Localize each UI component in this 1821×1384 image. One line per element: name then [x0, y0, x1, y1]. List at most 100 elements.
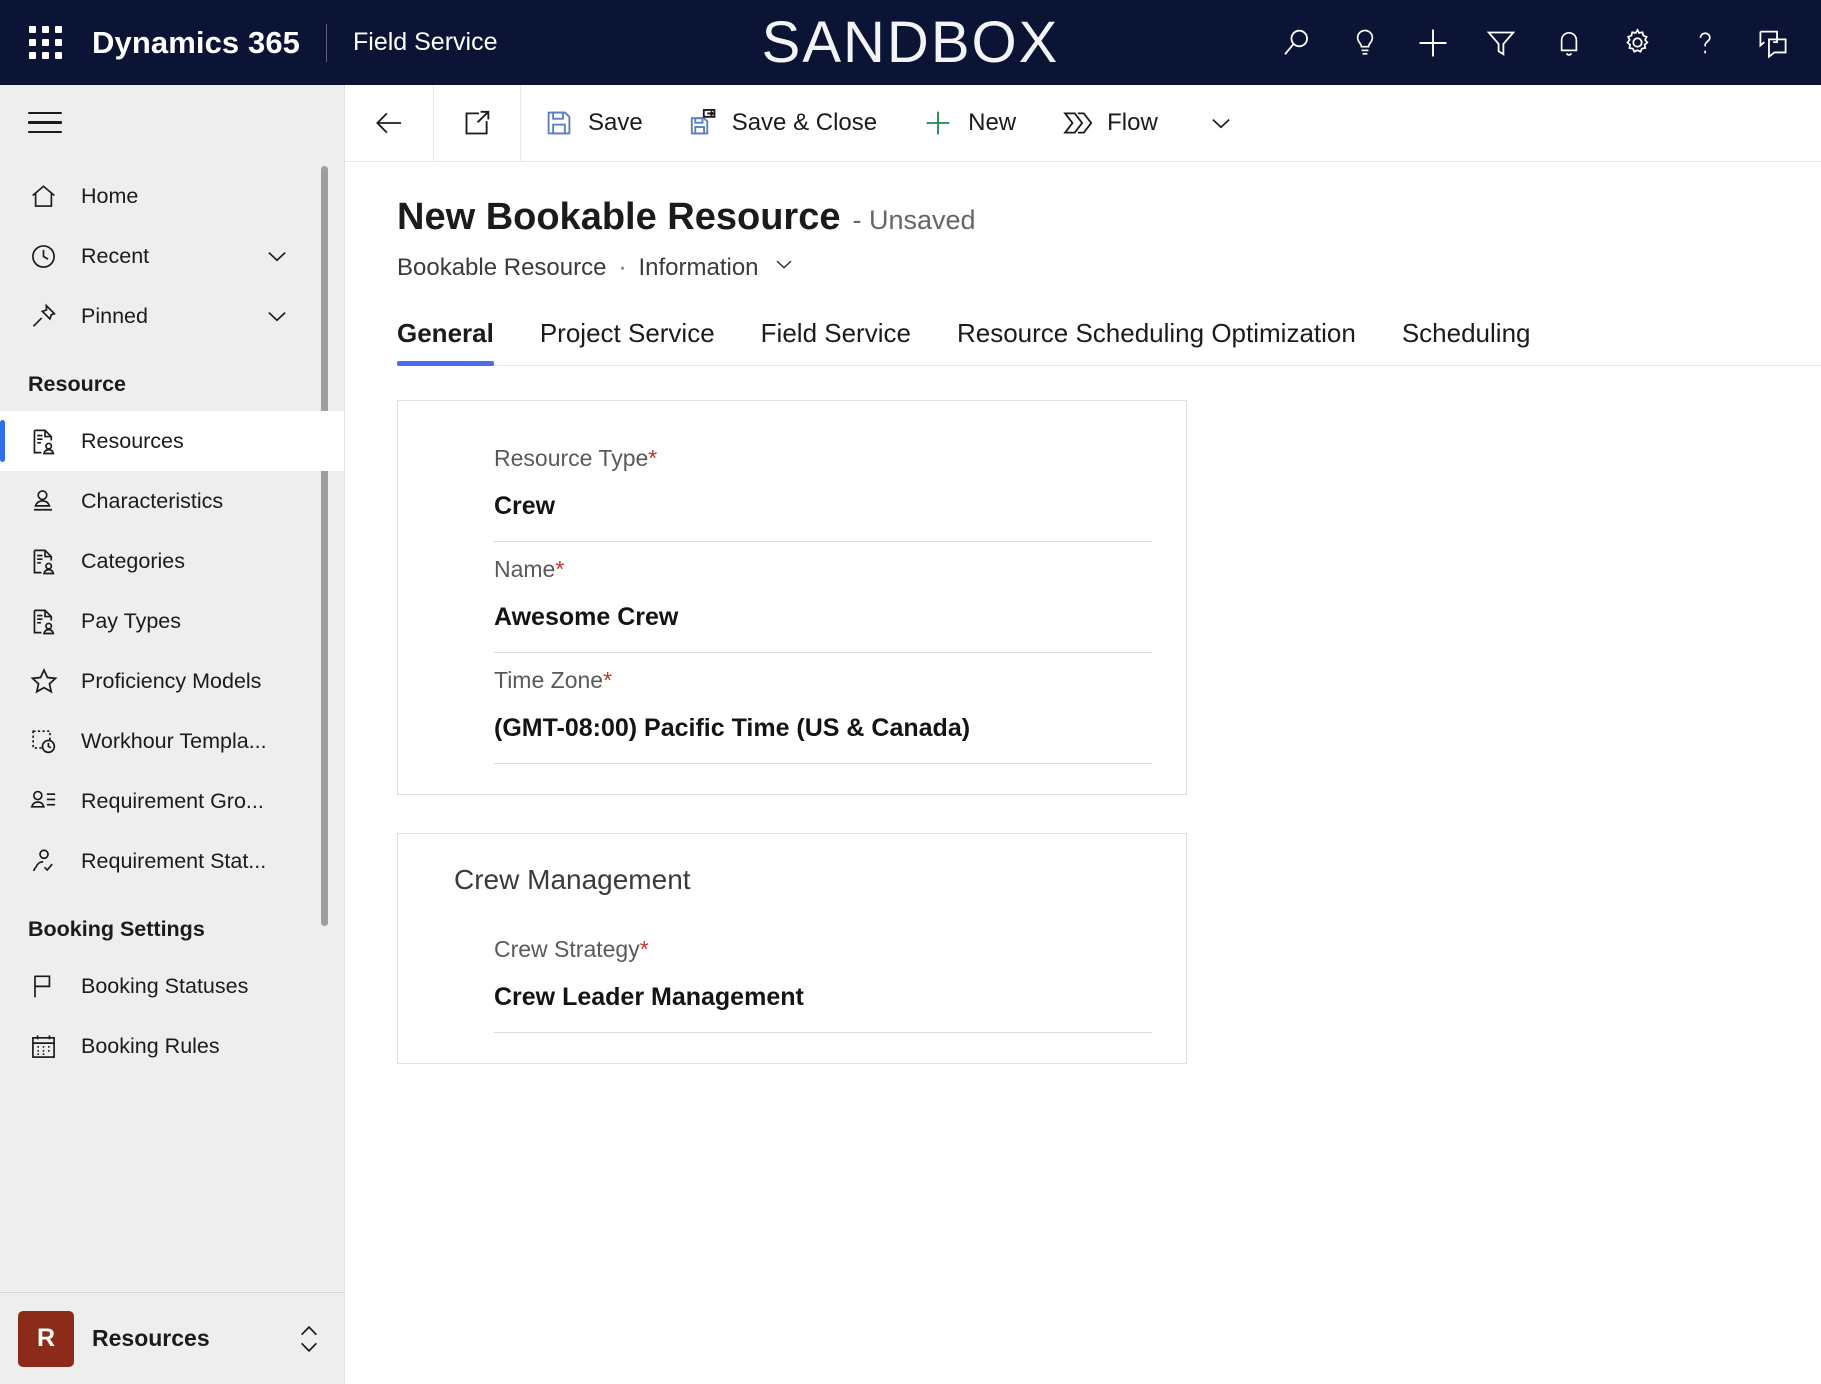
field-label-text: Crew Strategy [494, 936, 640, 962]
sidebar-item-pay-types[interactable]: Pay Types [0, 591, 344, 651]
tab-scheduling[interactable]: Scheduling [1379, 318, 1554, 365]
gear-icon[interactable] [1603, 0, 1671, 85]
sidebar-item-label: Pinned [81, 303, 148, 328]
feedback-icon[interactable] [1739, 0, 1807, 85]
flow-chevron-down-icon[interactable] [1180, 85, 1262, 162]
dynamics-365-window: Dynamics 365 Field Service SANDBOX Home … [0, 0, 1821, 1384]
crew-strategy-input[interactable]: Crew Leader Management [494, 963, 1152, 1033]
sidebar-item-label: Booking Statuses [81, 973, 249, 998]
entity-name: Bookable Resource [397, 253, 607, 281]
sidebar-group-booking-settings: Booking Settings [28, 917, 205, 941]
save-and-close-label: Save & Close [731, 109, 878, 136]
flow-label: Flow [1107, 109, 1158, 136]
form-selector[interactable]: Information [638, 251, 796, 284]
sitemap-sidebar: Home Recent Pinned Resource Resources Ch… [0, 85, 345, 1384]
command-bar: Save Save & Close New Flow [345, 84, 1821, 162]
clock-icon [28, 241, 66, 272]
tab-resource-scheduling-optimization[interactable]: Resource Scheduling Optimization [934, 318, 1379, 365]
dotted-clock-icon [28, 726, 66, 757]
form-section-general: Resource Type* Crew Name* Awesome Crew T… [397, 400, 1187, 795]
form-name: Information [638, 253, 759, 281]
sidebar-item-resources[interactable]: Resources [0, 411, 344, 471]
sidebar-item-label: Workhour Templa... [81, 728, 267, 753]
open-in-new-window-button[interactable] [434, 85, 520, 162]
required-indicator: * [639, 936, 649, 962]
hamburger-menu-icon[interactable] [0, 85, 344, 160]
save-and-close-button[interactable]: Save & Close [665, 85, 899, 162]
sidebar-item-label: Pay Types [81, 608, 181, 633]
form-tab-list: General Project Service Field Service Re… [397, 318, 1821, 366]
pin-icon [28, 301, 66, 332]
sidebar-item-booking-rules[interactable]: Booking Rules [0, 1016, 344, 1076]
name-input[interactable]: Awesome Crew [494, 583, 1152, 653]
brand-divider [326, 23, 327, 62]
bell-icon[interactable] [1535, 0, 1603, 85]
area-badge: R [18, 1310, 74, 1367]
star-icon [28, 665, 66, 697]
unsaved-status: - Unsaved [852, 205, 976, 235]
sidebar-item-requirement-status[interactable]: Requirement Stat... [0, 831, 344, 891]
sidebar-item-characteristics[interactable]: Characteristics [0, 471, 344, 531]
sidebar-item-label: Proficiency Models [81, 668, 262, 693]
document-person-icon [28, 546, 66, 577]
required-indicator: * [648, 445, 658, 471]
app-launcher-waffle-icon[interactable] [22, 20, 68, 66]
sidebar-item-label: Requirement Stat... [81, 848, 267, 873]
sidebar-item-home[interactable]: Home [0, 166, 344, 226]
lightbulb-icon[interactable] [1331, 0, 1399, 85]
top-navigation-bar: Dynamics 365 Field Service SANDBOX [0, 0, 1821, 85]
tab-project-service[interactable]: Project Service [517, 318, 738, 365]
save-button[interactable]: Save [521, 85, 665, 162]
field-crew-strategy: Crew Strategy* Crew Leader Management [432, 922, 1152, 1033]
sidebar-group-resource: Resource [28, 372, 126, 396]
field-label-text: Time Zone [494, 667, 604, 693]
person-list-icon [28, 786, 66, 817]
search-icon[interactable] [1263, 0, 1331, 85]
sidebar-item-recent[interactable]: Recent [0, 226, 344, 286]
breadcrumb-separator: · [618, 253, 627, 281]
field-label-text: Name [494, 556, 556, 582]
flow-button[interactable]: Flow [1038, 85, 1180, 162]
sidebar-item-label: Categories [81, 548, 185, 573]
resource-type-input[interactable]: Crew [494, 472, 1152, 542]
document-person-icon [28, 426, 66, 457]
sidebar-item-proficiency-models[interactable]: Proficiency Models [0, 651, 344, 711]
time-zone-input[interactable]: (GMT-08:00) Pacific Time (US & Canada) [494, 694, 1152, 764]
back-button[interactable] [345, 85, 433, 162]
sidebar-item-label: Resources [81, 428, 184, 453]
field-time-zone: Time Zone* (GMT-08:00) Pacific Time (US … [432, 653, 1152, 764]
filter-icon[interactable] [1467, 0, 1535, 85]
help-icon[interactable] [1671, 0, 1739, 85]
area-switcher-chevrons-icon[interactable] [294, 1318, 324, 1360]
chevron-down-icon[interactable] [262, 301, 292, 331]
home-icon [28, 181, 66, 212]
area-switcher[interactable]: R Resources [0, 1292, 344, 1384]
new-button[interactable]: New [899, 85, 1038, 162]
sitemap-scroll-area: Home Recent Pinned Resource Resources Ch… [0, 160, 344, 1292]
field-name: Name* Awesome Crew [432, 542, 1152, 653]
brand-title[interactable]: Dynamics 365 [92, 25, 300, 61]
calendar-icon [28, 1031, 66, 1062]
field-resource-type: Resource Type* Crew [432, 431, 1152, 542]
field-label: Crew Strategy* [494, 922, 1152, 963]
record-title: New Bookable Resource [397, 196, 841, 238]
sidebar-item-requirement-groups[interactable]: Requirement Gro... [0, 771, 344, 831]
area-label: Resources [92, 1325, 210, 1351]
form-body: Resource Type* Crew Name* Awesome Crew T… [345, 366, 1821, 1102]
tab-field-service[interactable]: Field Service [738, 318, 934, 365]
document-person-icon [28, 606, 66, 637]
main-content: Save Save & Close New Flow New Bookable … [345, 84, 1821, 1384]
person-line-icon [28, 486, 66, 517]
tab-general[interactable]: General [397, 318, 517, 366]
sidebar-item-label: Home [81, 183, 139, 208]
flag-icon [28, 971, 66, 1002]
people-check-icon [28, 846, 66, 877]
sidebar-item-categories[interactable]: Categories [0, 531, 344, 591]
sidebar-item-workhour-templates[interactable]: Workhour Templa... [0, 711, 344, 771]
sidebar-item-pinned[interactable]: Pinned [0, 286, 344, 346]
plus-icon[interactable] [1399, 0, 1467, 85]
field-label: Name* [494, 542, 1152, 583]
sidebar-item-booking-statuses[interactable]: Booking Statuses [0, 956, 344, 1016]
chevron-down-icon[interactable] [262, 241, 292, 271]
app-name[interactable]: Field Service [353, 28, 498, 57]
